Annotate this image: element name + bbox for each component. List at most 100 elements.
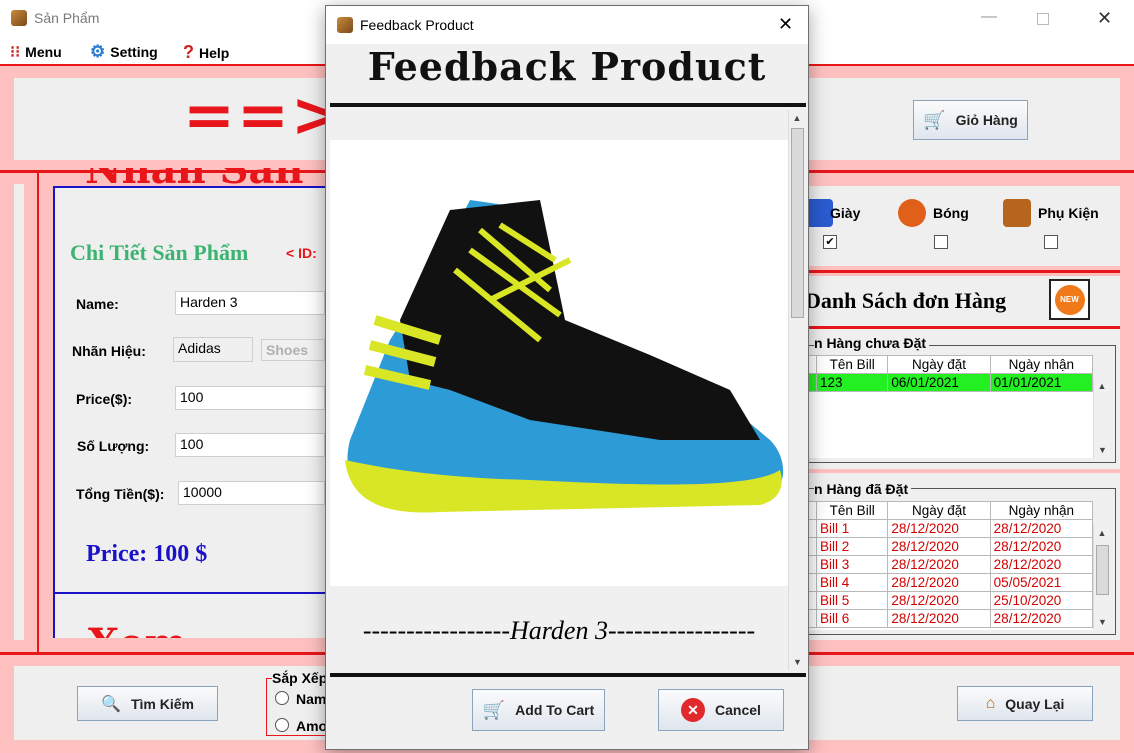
feedback-dialog: Feedback Product ✕ Feedback Product ----… bbox=[325, 5, 809, 750]
placed-scrollbar[interactable]: ▲ ▼ bbox=[1093, 525, 1110, 630]
table-cell[interactable]: 28/12/2020 bbox=[887, 591, 991, 610]
dialog-titlebar: Feedback Product ✕ bbox=[326, 6, 808, 44]
dialog-close-button[interactable]: ✕ bbox=[778, 14, 793, 35]
table-cell[interactable]: Bill 2 bbox=[815, 537, 889, 556]
placed-legend: n Hàng đã Đặt bbox=[814, 481, 912, 497]
back-button-label: Quay Lại bbox=[1005, 695, 1065, 712]
detail-title: Chi Tiết Sản Phẩm bbox=[70, 240, 249, 265]
cart-icon: 🛒 bbox=[923, 109, 946, 130]
table-cell[interactable]: 06/01/2021 bbox=[887, 373, 991, 392]
table-cell[interactable]: Bill 4 bbox=[815, 573, 889, 592]
name-field[interactable]: Harden 3 bbox=[175, 291, 325, 315]
table-header-row: Tên Bill Ngày đặt Ngày nhận bbox=[808, 501, 1093, 520]
scroll-up-icon[interactable]: ▲ bbox=[789, 110, 805, 126]
table-cell[interactable]: 28/12/2020 bbox=[989, 537, 1093, 556]
cart-button[interactable]: 🛒 Giỏ Hàng bbox=[913, 100, 1028, 140]
table-cell[interactable]: 28/12/2020 bbox=[887, 609, 991, 628]
dialog-scrollbar[interactable]: ▲ ▼ bbox=[788, 110, 805, 670]
back-button[interactable]: ⌂ Quay Lại bbox=[957, 686, 1093, 721]
scroll-down-icon[interactable]: ▼ bbox=[1094, 614, 1111, 630]
brand-field[interactable]: Adidas bbox=[173, 337, 253, 362]
column-header[interactable]: Ngày đặt bbox=[887, 355, 991, 374]
table-cell[interactable]: 28/12/2020 bbox=[989, 555, 1093, 574]
cancel-button[interactable]: ✕ Cancel bbox=[658, 689, 784, 731]
table-cell[interactable]: Bill 3 bbox=[815, 555, 889, 574]
pending-table: Tên Bill Ngày đặt Ngày nhận 123 06/01/2021 01… bbox=[808, 355, 1094, 458]
category-checkbox[interactable] bbox=[934, 235, 948, 249]
pending-legend: n Hàng chưa Đặt bbox=[814, 335, 930, 351]
close-window-button[interactable]: ✕ bbox=[1097, 8, 1112, 29]
quantity-field[interactable]: 100 bbox=[175, 433, 325, 457]
table-row[interactable]: Bill 4 28/12/2020 05/05/2021 bbox=[808, 573, 1093, 592]
search-button-label: Tìm Kiếm bbox=[130, 695, 194, 712]
window-title: Sản Phẩm bbox=[34, 10, 100, 26]
column-header[interactable]: Ngày nhận bbox=[989, 501, 1093, 520]
menu-menu[interactable]: ⁝⁝ Menu bbox=[10, 42, 62, 62]
detail-bottom-partial-text: Xem thêm bbox=[88, 620, 248, 638]
table-header-row: Tên Bill Ngày đặt Ngày nhận bbox=[808, 355, 1094, 374]
divider bbox=[330, 103, 806, 107]
minimize-button[interactable]: — bbox=[981, 8, 997, 26]
table-row[interactable]: Bill 3 28/12/2020 28/12/2020 bbox=[808, 555, 1093, 574]
sort-amount-radio[interactable] bbox=[275, 718, 289, 732]
setting-label: Setting bbox=[110, 44, 158, 60]
menu-setting[interactable]: ⚙ Setting bbox=[90, 42, 158, 62]
search-button[interactable]: 🔍 Tìm Kiếm bbox=[77, 686, 218, 721]
cancel-icon: ✕ bbox=[681, 698, 706, 722]
search-icon: 🔍 bbox=[101, 695, 121, 713]
brand-label: Nhãn Hiệu: bbox=[72, 343, 146, 359]
total-field[interactable]: 10000 bbox=[178, 481, 325, 505]
category-checkbox[interactable] bbox=[1044, 235, 1058, 249]
column-header[interactable]: Tên Bill bbox=[815, 501, 889, 520]
divider bbox=[330, 673, 806, 677]
table-cell[interactable]: Bill 5 bbox=[815, 591, 889, 610]
table-cell[interactable]: 123 bbox=[815, 373, 889, 392]
column-header[interactable]: Tên Bill bbox=[815, 355, 889, 374]
quantity-label: Số Lượng: bbox=[77, 438, 150, 454]
scroll-down-icon[interactable]: ▼ bbox=[789, 654, 806, 670]
table-row[interactable]: Bill 2 28/12/2020 28/12/2020 bbox=[808, 537, 1093, 556]
table-cell[interactable]: 28/12/2020 bbox=[887, 573, 991, 592]
shoe-icon bbox=[805, 199, 833, 227]
scroll-thumb[interactable] bbox=[1096, 545, 1109, 595]
table-cell[interactable]: 28/12/2020 bbox=[887, 519, 991, 538]
sort-amount-label: Amount bbox=[296, 718, 326, 734]
table-row[interactable]: Bill 6 28/12/2020 28/12/2020 bbox=[808, 609, 1093, 628]
home-icon: ⌂ bbox=[985, 694, 996, 712]
price-label: Price($): bbox=[76, 391, 133, 407]
table-row[interactable]: Bill 1 28/12/2020 28/12/2020 bbox=[808, 519, 1093, 538]
scroll-up-icon[interactable]: ▲ bbox=[1094, 378, 1110, 394]
product-image bbox=[330, 140, 788, 586]
new-badge-icon[interactable]: NEW bbox=[1049, 279, 1090, 320]
gear-icon: ⚙ bbox=[90, 42, 106, 61]
pending-scrollbar[interactable]: ▲ ▼ bbox=[1093, 378, 1110, 458]
table-cell[interactable]: 01/01/2021 bbox=[989, 373, 1094, 392]
sort-name-radio[interactable] bbox=[275, 691, 289, 705]
column-header[interactable]: Ngày đặt bbox=[887, 501, 991, 520]
table-cell[interactable]: 25/10/2020 bbox=[989, 591, 1093, 610]
table-cell[interactable]: Bill 1 bbox=[815, 519, 889, 538]
category-checkbox[interactable]: ✔ bbox=[823, 235, 837, 249]
add-to-cart-label: Add To Cart bbox=[515, 702, 595, 718]
table-row[interactable]: Bill 5 28/12/2020 25/10/2020 bbox=[808, 591, 1093, 610]
sort-name-label: Name bbox=[296, 691, 326, 707]
table-cell[interactable]: 28/12/2020 bbox=[989, 519, 1093, 538]
table-row[interactable]: 123 06/01/2021 01/01/2021 bbox=[808, 373, 1094, 392]
ball-icon bbox=[898, 199, 926, 227]
table-cell[interactable]: 28/12/2020 bbox=[887, 555, 991, 574]
placed-table: Tên Bill Ngày đặt Ngày nhận Bill 1 28/12/202… bbox=[808, 501, 1093, 630]
scroll-up-icon[interactable]: ▲ bbox=[1094, 525, 1110, 541]
type-field[interactable]: Shoes bbox=[261, 339, 325, 361]
table-cell[interactable]: 28/12/2020 bbox=[887, 537, 991, 556]
scroll-down-icon[interactable]: ▼ bbox=[1094, 442, 1111, 458]
menu-help[interactable]: ? Help bbox=[183, 42, 229, 63]
scroll-thumb[interactable] bbox=[791, 128, 804, 318]
table-cell[interactable]: 28/12/2020 bbox=[989, 609, 1093, 628]
add-to-cart-button[interactable]: 🛒 Add To Cart bbox=[472, 689, 605, 731]
column-header[interactable]: Ngày nhận bbox=[989, 355, 1094, 374]
price-field[interactable]: 100 bbox=[175, 386, 325, 410]
detail-bottom-cutoff: Xem thêm bbox=[88, 618, 248, 638]
table-cell[interactable]: 05/05/2021 bbox=[989, 573, 1093, 592]
maximize-button[interactable] bbox=[1037, 13, 1049, 25]
table-cell[interactable]: Bill 6 bbox=[815, 609, 889, 628]
